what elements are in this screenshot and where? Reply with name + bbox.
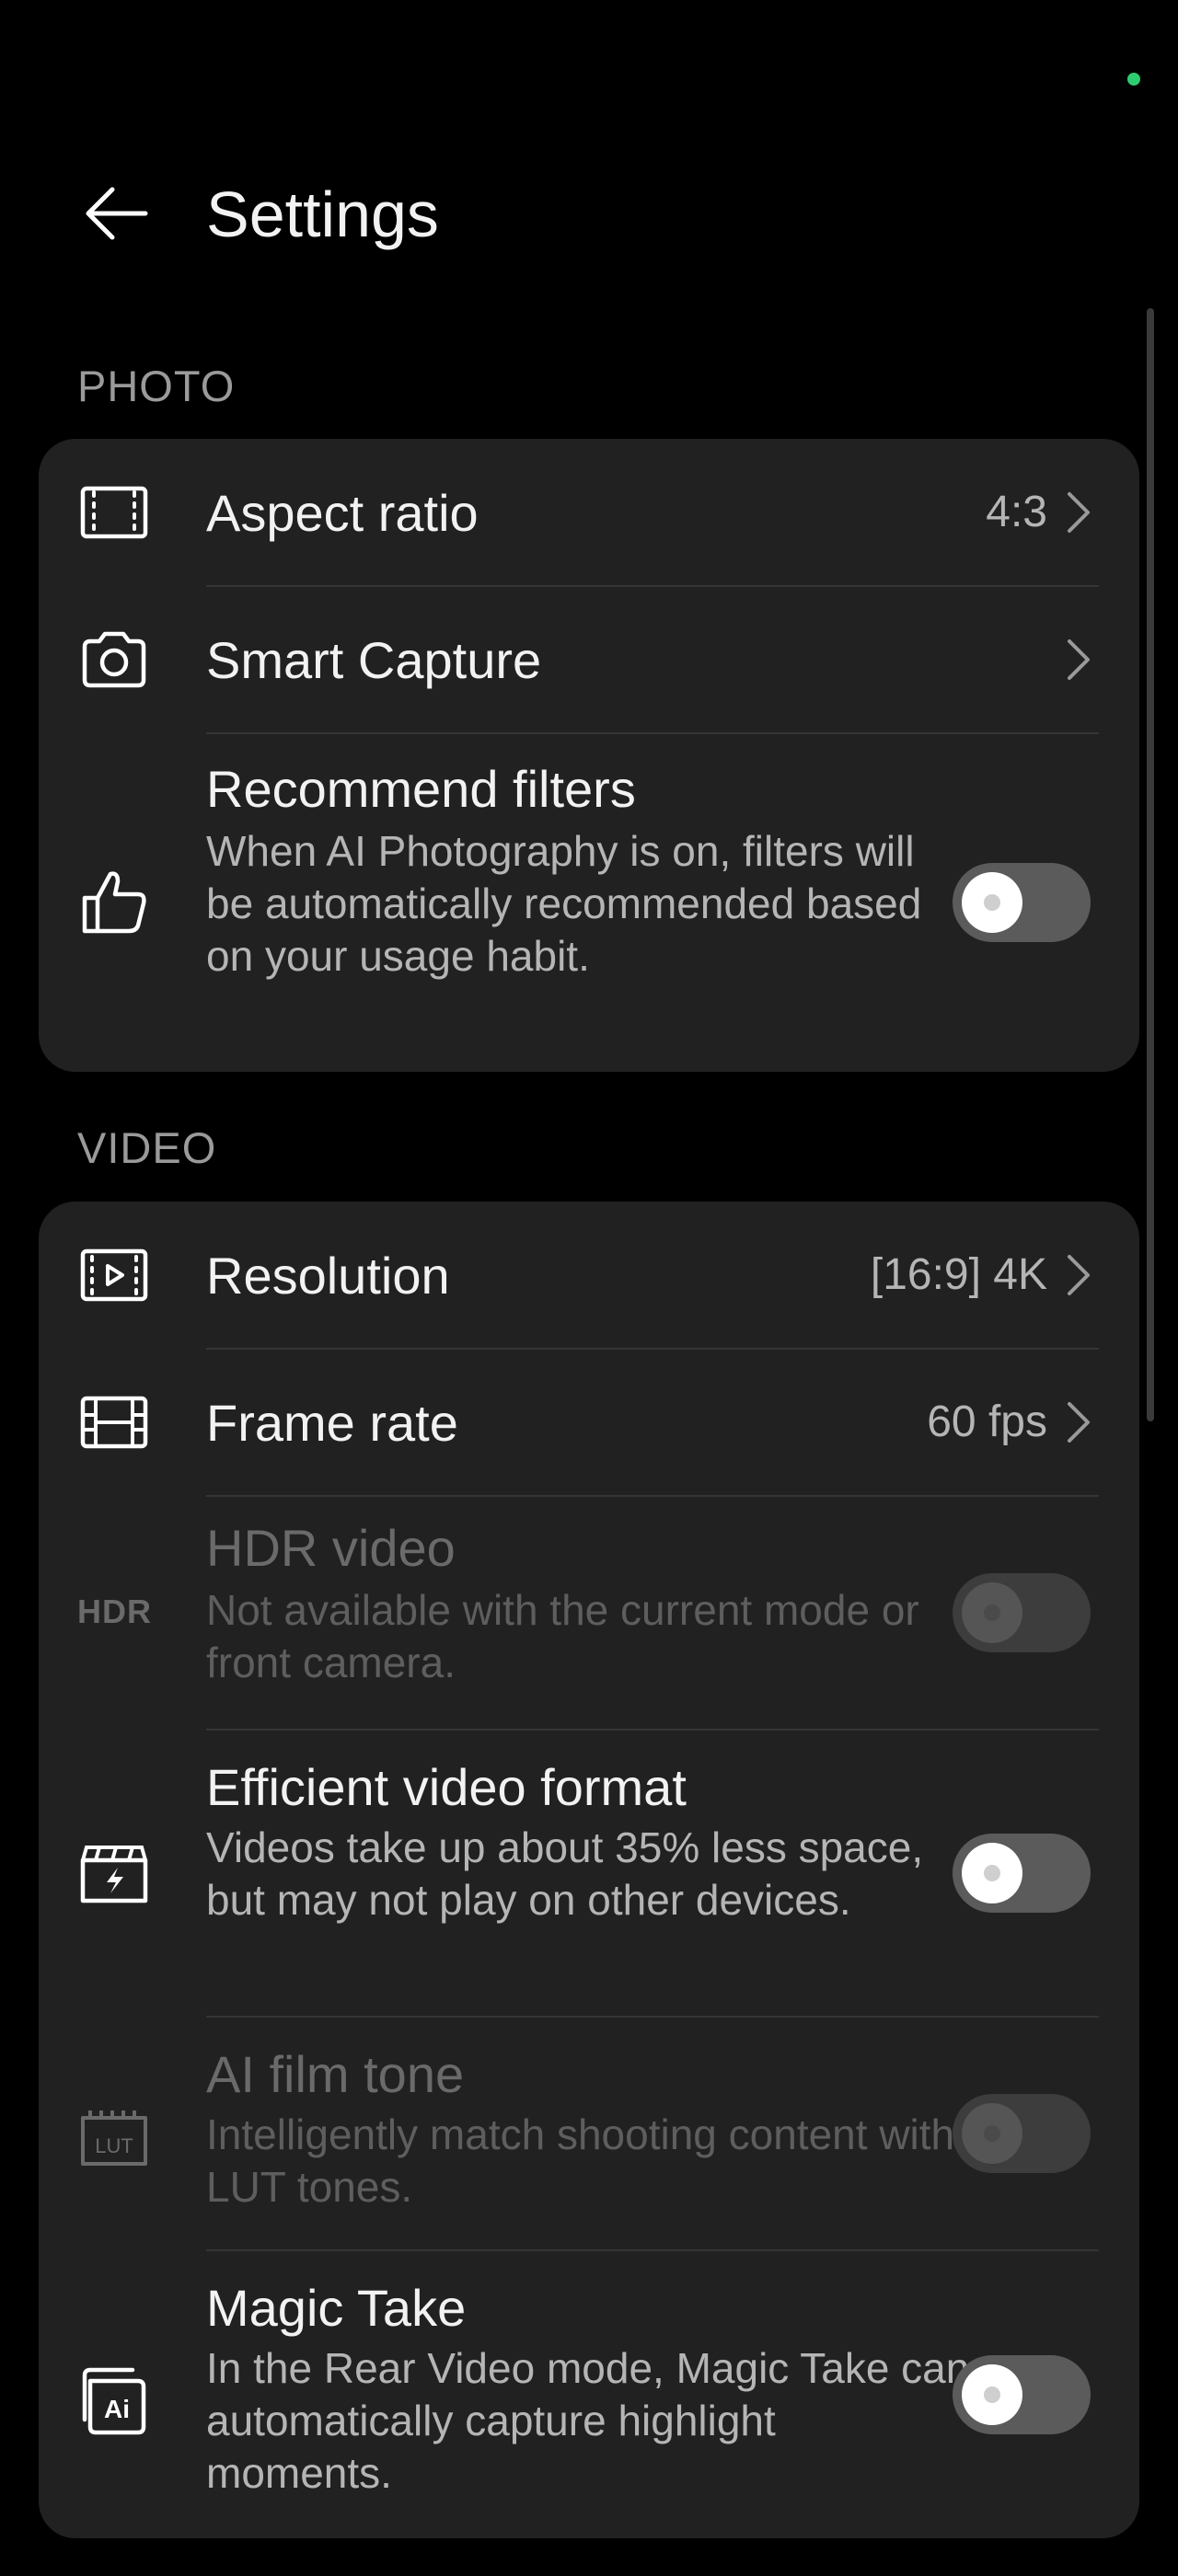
recommend-filters-label: Recommend filters [206,760,636,818]
frame-rate-row[interactable]: Frame rate 60 fps [39,1349,1139,1496]
back-button[interactable] [77,175,155,252]
toggle-knob [962,872,1022,933]
section-label-video: VIDEO [77,1123,217,1172]
svg-text:Ai: Ai [104,2395,130,2423]
lut-icon: LUT [77,2099,151,2173]
resolution-row[interactable]: Resolution [16:9] 4K [39,1202,1139,1349]
efficient-video-format-toggle[interactable] [953,1834,1091,1913]
svg-text:LUT: LUT [95,2134,133,2157]
video-resolution-icon [77,1238,151,1312]
smart-capture-row[interactable]: Smart Capture [39,586,1139,733]
aspect-ratio-label: Aspect ratio [206,484,479,542]
thumbs-up-icon [77,865,151,938]
aspect-ratio-value: 4:3 [986,488,1047,536]
toggle-knob [962,1843,1022,1903]
ai-film-tone-label: AI film tone [206,2045,465,2103]
chevron-right-icon [1062,1397,1095,1448]
camera-icon [77,623,151,696]
frame-rate-label: Frame rate [206,1394,458,1452]
efficient-video-format-description: Videos take up about 35% less space, but… [206,1823,924,1924]
smart-capture-label: Smart Capture [206,631,542,689]
chevron-right-icon [1062,487,1095,538]
magic-take-toggle[interactable] [953,2355,1091,2434]
film-strip-icon [77,1386,151,1459]
hdr-video-description: Not available with the current mode or f… [206,1586,919,1686]
hdr-video-label: HDR video [206,1519,456,1577]
page-title: Settings [206,178,439,250]
frame-rate-value: 60 fps [927,1397,1047,1446]
header: Settings [0,175,1178,267]
scrollbar[interactable] [1147,308,1154,1421]
recommend-filters-toggle[interactable] [953,863,1091,942]
resolution-value: [16:9] 4K [870,1250,1047,1299]
photo-settings-card: Aspect ratio 4:3 Smart Capture Recommend… [39,439,1139,1072]
resolution-label: Resolution [206,1247,450,1305]
chevron-right-icon [1062,634,1095,685]
ai-magic-take-icon: Ai [77,2363,151,2436]
video-settings-card: Resolution [16:9] 4K Frame rate 60 fps H… [39,1202,1139,2538]
toggle-knob [962,2364,1022,2425]
hdr-video-toggle [953,1573,1091,1652]
magic-take-label: Magic Take [206,2279,467,2337]
magic-take-row[interactable]: Ai Magic Take In the Rear Video mode, Ma… [39,2250,1139,2538]
back-arrow-icon [86,187,148,240]
hdr-video-row: HDR HDR video Not available with the cur… [39,1496,1139,1730]
hdr-icon: HDR [77,1593,152,1630]
ai-film-tone-toggle [953,2094,1091,2173]
efficient-video-format-label: Efficient video format [206,1758,687,1816]
chevron-right-icon [1062,1249,1095,1301]
aspect-ratio-icon [77,476,151,549]
toggle-knob [962,2103,1022,2164]
efficient-video-format-row[interactable]: Efficient video format Videos take up ab… [39,1730,1139,2017]
recommend-filters-description: When AI Photography is on, filters will … [206,827,922,980]
status-indicator-dot [1127,73,1140,86]
toggle-knob [962,1582,1022,1643]
magic-take-description: In the Rear Video mode, Magic Take can a… [206,2344,970,2497]
ai-film-tone-row: LUT AI film tone Intelligently match sho… [39,2017,1139,2250]
clapperboard-flash-icon [77,1836,151,1910]
recommend-filters-row[interactable]: Recommend filters When AI Photography is… [39,733,1139,1072]
ai-film-tone-description: Intelligently match shooting content wit… [206,2110,955,2211]
section-label-photo: PHOTO [77,362,236,410]
aspect-ratio-row[interactable]: Aspect ratio 4:3 [39,439,1139,586]
